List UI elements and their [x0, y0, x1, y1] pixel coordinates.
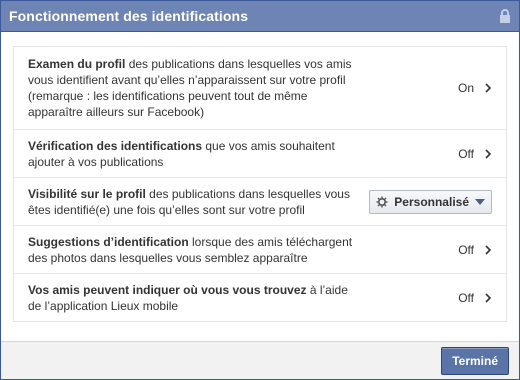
dialog: Fonctionnement des identifications Exame…	[0, 0, 520, 380]
audience-selector-label: Personnalisé	[394, 194, 469, 209]
setting-title: Vérification des identifications	[28, 138, 203, 153]
caret-down-icon	[475, 198, 485, 205]
setting-title: Vos amis peuvent indiquer où vous vous t…	[28, 282, 307, 297]
setting-row-tag-review[interactable]: Vérification des identifications que vos…	[14, 129, 506, 177]
chevron-right-icon	[485, 148, 492, 159]
chevron-right-icon	[485, 292, 492, 303]
audience-selector[interactable]: Personnalisé	[369, 189, 492, 214]
dialog-content: Examen du profil des publications dans l…	[1, 32, 519, 322]
setting-control[interactable]: Off	[450, 147, 492, 161]
setting-control[interactable]: Off	[450, 291, 492, 305]
setting-control[interactable]: On	[450, 81, 492, 95]
setting-row-profile-visibility: Visibilité sur le profil des publication…	[14, 177, 506, 225]
setting-row-places[interactable]: Vos amis peuvent indiquer où vous vous t…	[14, 273, 506, 321]
setting-text: Vérification des identifications que vos…	[28, 138, 358, 170]
setting-title: Suggestions d’identification	[28, 234, 189, 249]
dialog-footer: Terminé	[1, 341, 519, 379]
setting-text: Examen du profil des publications dans l…	[28, 56, 358, 120]
chevron-right-icon	[485, 244, 492, 255]
done-button[interactable]: Terminé	[441, 346, 509, 375]
setting-text: Suggestions d’identification lorsque des…	[28, 234, 358, 266]
setting-value: Off	[458, 146, 474, 161]
dialog-title: Fonctionnement des identifications	[9, 8, 249, 24]
setting-control[interactable]: Off	[450, 243, 492, 257]
setting-title: Visibilité sur le profil	[28, 186, 146, 201]
gear-icon	[376, 196, 388, 207]
chevron-right-icon	[485, 83, 492, 93]
setting-title: Examen du profil	[28, 57, 126, 71]
setting-text: Vos amis peuvent indiquer où vous vous t…	[28, 282, 358, 314]
setting-row-profile-review[interactable]: Examen du profil des publications dans l…	[14, 47, 506, 129]
settings-panel: Examen du profil des publications dans l…	[13, 46, 507, 322]
setting-value: Off	[458, 242, 474, 257]
dialog-titlebar: Fonctionnement des identifications	[1, 1, 519, 32]
setting-value: On	[457, 81, 474, 95]
lock-icon	[500, 9, 510, 23]
setting-text: Visibilité sur le profil des publication…	[28, 186, 358, 218]
setting-value: Off	[458, 290, 474, 305]
setting-row-tag-suggestions[interactable]: Suggestions d’identification lorsque des…	[14, 225, 506, 273]
